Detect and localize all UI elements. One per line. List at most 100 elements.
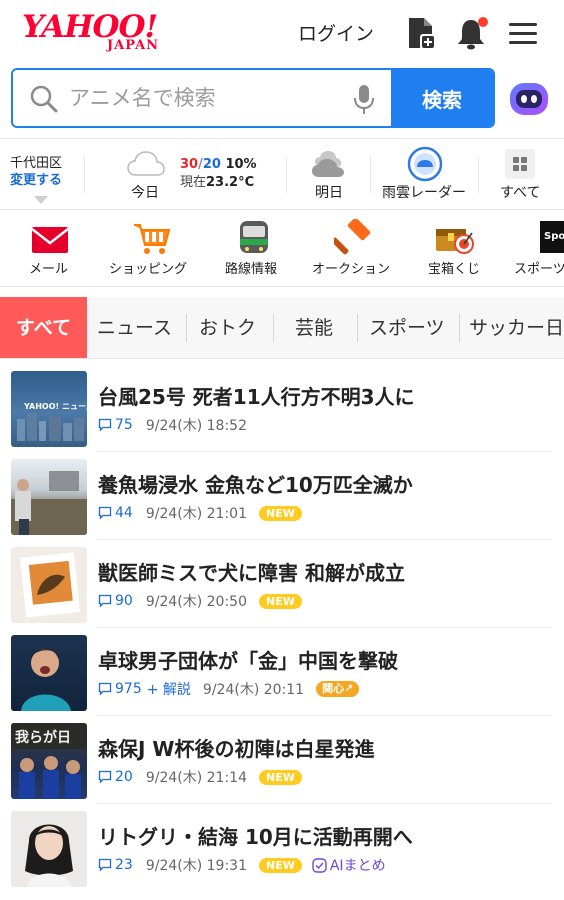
service-treasure[interactable]: 宝箱くじ [408,211,504,286]
news-meta: 44 9/24(木) 21:01 NEW [98,504,302,522]
comment-icon [98,682,112,696]
divider [478,157,479,193]
news-item[interactable]: 獣医師ミスで犬に障害 和解が成立 90 9/24(木) 20:50 NEW [0,536,564,628]
login-link[interactable]: ログイン [298,22,374,46]
location-caret-icon [34,196,48,204]
sports-logo-text: Spor [544,231,564,242]
yahoo-japan-logo[interactable]: YAHOO! JAPAN [22,10,174,54]
news-headline[interactable]: 養魚場浸水 金魚など10万匹全滅か [98,472,413,498]
rain-radar-label[interactable]: 雨雲レーダー [382,184,466,202]
hammer-icon [334,219,371,255]
comment-icon [98,418,112,432]
tab-entertainment[interactable]: 芸能 [295,297,333,358]
news-meta: 90 9/24(木) 20:50 NEW [98,592,302,610]
new-badge: NEW [259,593,302,609]
header: YAHOO! JAPAN ログイン [0,0,564,66]
ai-summary-icon [312,857,327,873]
new-badge: NEW [259,769,302,785]
change-location-link[interactable]: 変更する [10,172,74,190]
new-badge: NEW [259,505,302,521]
news-headline[interactable]: 獣医師ミスで犬に障害 和解が成立 [98,560,405,586]
ai-assistant-icon[interactable] [507,79,551,119]
news-meta: 975 + 解説 9/24(木) 20:11 関心↗ [98,679,360,699]
news-item[interactable]: YAHOO! ニュース 台風25号 死者11人行方不明3人に 75 9/24(木… [0,360,564,452]
comment-count[interactable]: 975 [115,681,142,697]
service-transit[interactable]: 路線情報 [204,211,300,286]
service-sports[interactable]: Spor スポーツ [504,211,564,286]
sports-icon: Spor [540,221,564,253]
search-input[interactable] [69,80,339,116]
divider [286,157,287,193]
location[interactable]: 千代田区 変更する [10,156,74,190]
tab-divider [186,314,187,342]
news-item[interactable]: 養魚場浸水 金魚など10万匹全滅か 44 9/24(木) 21:01 NEW [0,448,564,540]
comment-count[interactable]: 23 [115,857,133,873]
location-name: 千代田区 [10,156,63,171]
cart-icon [134,224,171,254]
comment-count[interactable]: 20 [115,769,133,785]
divider [370,157,371,193]
mail-icon [31,227,69,253]
ai-summary-link[interactable]: AIまとめ [312,855,386,875]
all-services-label[interactable]: すべて [500,184,540,202]
tomorrow-label[interactable]: 明日 [315,184,343,202]
microphone-icon[interactable] [353,84,375,116]
news-headline[interactable]: 台風25号 死者11人行方不明3人に [98,384,415,410]
low-temp: 20 [202,157,221,172]
services-row: メール ショッピング 路線情報 オークション 宝箱くじ Sp スポーツ [0,211,564,287]
grid-icon[interactable] [505,149,535,179]
menu-icon[interactable] [506,16,540,50]
comment-count[interactable]: 90 [115,593,133,609]
news-item[interactable]: リトグリ・結海 10月に活動再開へ 23 9/24(木) 19:31 NEW A… [0,800,564,888]
now-prefix: 現在 [180,175,207,190]
tab-all[interactable]: すべて [0,297,87,358]
cloud-icon [127,151,165,176]
add-file-icon[interactable] [404,16,438,50]
current-temperature: 現在23.2°C [180,175,254,191]
service-label: オークション [312,262,391,277]
commentary-link[interactable]: + 解説 [147,679,191,699]
comment-icon [98,770,112,784]
tab-deals[interactable]: おトク [199,297,256,358]
news-date: 9/24(木) 19:31 [145,858,247,874]
search-button[interactable]: 検索 [391,70,493,126]
news-thumbnail: 我らが日 [11,723,87,799]
comment-count[interactable]: 75 [115,417,133,433]
service-auction[interactable]: オークション [300,211,408,286]
search-icon [30,85,58,113]
news-date: 9/24(木) 20:50 [145,594,247,610]
new-badge: NEW [259,857,302,873]
service-mail[interactable]: メール [0,211,100,286]
tab-news[interactable]: ニュース [97,297,172,358]
service-label: ショッピング [109,262,188,277]
cloud-icon [312,151,344,177]
news-headline[interactable]: 森保J W杯後の初陣は白星発進 [98,736,374,762]
thumbnail-caption: YAHOO! ニュース [24,402,87,411]
news-headline[interactable]: リトグリ・結海 10月に活動再開へ [98,824,413,850]
service-shopping[interactable]: ショッピング [100,211,204,286]
news-item[interactable]: 卓球男子団体が「金」中国を撃破 975 + 解説 9/24(木) 20:11 関… [0,624,564,716]
rain-chance: 10% [225,157,257,172]
news-thumbnail [11,811,87,887]
notification-dot [478,17,488,27]
service-label: 宝箱くじ [428,262,481,277]
news-meta: 20 9/24(木) 21:14 NEW [98,768,302,786]
news-item[interactable]: 我らが日 森保J W杯後の初陣は白星発進 20 9/24(木) 21:14 NE… [0,712,564,804]
news-headline[interactable]: 卓球男子団体が「金」中国を撃破 [98,648,398,674]
category-tabs: すべて ニュース おトク 芸能 スポーツ サッカー日 [0,297,564,359]
comment-icon [98,858,112,872]
service-label: スポーツ [514,262,564,277]
logo-sub-text: JAPAN [107,38,160,53]
today-temperatures: 30/20 10% [180,157,257,173]
train-icon [240,221,268,253]
tab-divider [459,314,460,342]
today-label: 今日 [131,185,159,201]
now-temp: 23.2°C [206,175,255,190]
service-label: 路線情報 [225,262,278,277]
comment-count[interactable]: 44 [115,505,133,521]
tab-sports[interactable]: スポーツ [369,297,445,358]
tab-soccer[interactable]: サッカー日 [469,297,564,358]
interest-badge-label: 関心 [322,682,345,695]
bell-icon[interactable] [454,16,488,50]
weather-bar: 千代田区 変更する 今日 30/20 10% 現在23.2°C 明日 雨雲レーダ… [0,138,564,210]
